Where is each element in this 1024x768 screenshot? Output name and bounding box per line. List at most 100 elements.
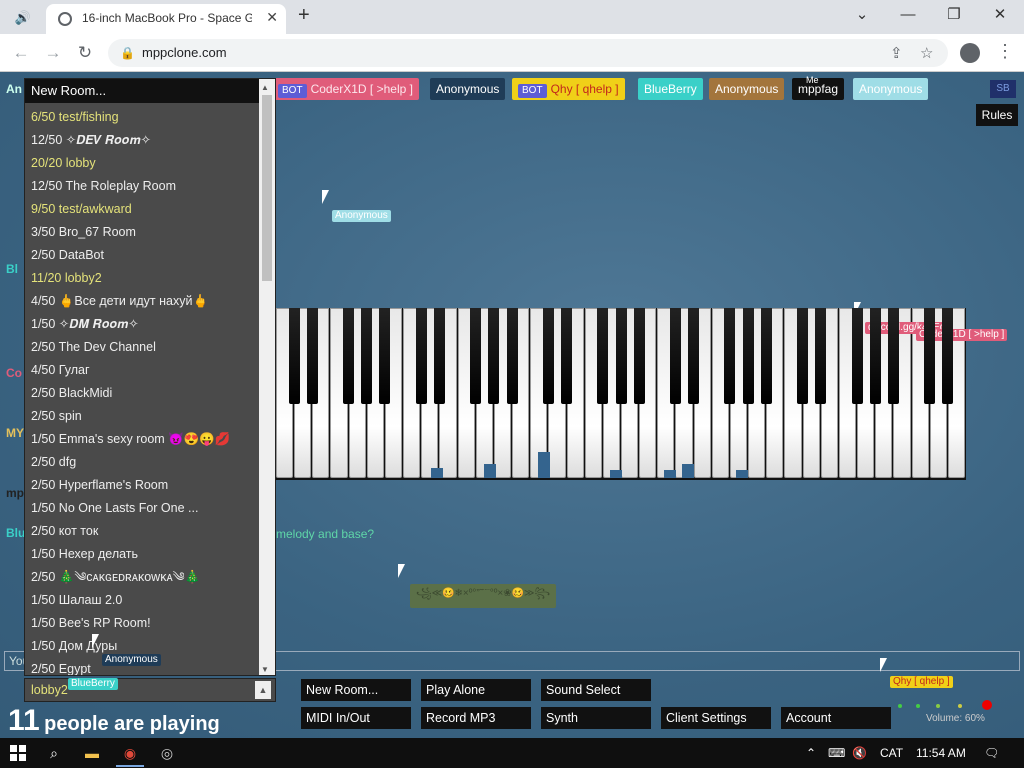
input-language[interactable]: CAT	[880, 746, 903, 760]
url-bar[interactable]: 🔒 mppclone.com ⇪ ☆	[108, 39, 948, 67]
share-icon[interactable]: ⇪	[890, 44, 903, 62]
forward-icon[interactable]: →	[40, 40, 66, 66]
clock[interactable]: 11:54 AM	[916, 746, 966, 760]
volume-label[interactable]: Volume: 60%	[926, 713, 985, 724]
piano-black-key[interactable]	[488, 308, 500, 404]
new-room-button[interactable]: New Room...	[301, 679, 411, 701]
room-item[interactable]: 2/50 BlackMidi	[31, 382, 112, 404]
piano-black-key[interactable]	[379, 308, 391, 404]
room-item[interactable]: 1/50 Bee's RP Room!	[31, 612, 151, 634]
piano-black-key[interactable]	[887, 308, 899, 404]
scroll-up-icon[interactable]: ▲	[261, 83, 269, 92]
room-item[interactable]: 12/50 ✧𝑫𝑬𝑽 𝑹𝒐𝒐𝒎✧	[31, 129, 151, 151]
minimize-icon[interactable]: —	[888, 4, 928, 28]
chevron-up-icon[interactable]: ▲	[255, 681, 271, 699]
file-explorer-icon[interactable]: ▬	[82, 743, 102, 763]
piano-black-key[interactable]	[306, 308, 318, 404]
piano-black-key[interactable]	[561, 308, 573, 404]
piano-black-key[interactable]	[470, 308, 482, 404]
room-item[interactable]: 1/50 Нехер делать	[31, 543, 138, 565]
tab-search-icon[interactable]: ⌄	[842, 4, 882, 28]
url-text[interactable]: mppclone.com	[142, 45, 227, 60]
restore-icon[interactable]: ❐	[934, 4, 974, 28]
piano-black-key[interactable]	[688, 308, 700, 404]
room-item[interactable]: 4/50 🖕Все дети идут нахуй🖕	[31, 290, 208, 312]
close-window-icon[interactable]: ✕	[980, 4, 1020, 28]
room-list-scroll-thumb[interactable]	[262, 95, 272, 281]
room-item[interactable]: 20/20 lobby	[31, 152, 96, 174]
room-item[interactable]: 2/50 кот ток	[31, 520, 98, 542]
room-item[interactable]: 1/50 No One Lasts For One ...	[31, 497, 198, 519]
play-alone-button[interactable]: Play Alone	[421, 679, 531, 701]
notifications-icon[interactable]: 🗨	[984, 746, 999, 760]
piano-black-key[interactable]	[542, 308, 554, 404]
user-tag[interactable]: BOT CoderX1D [ >help ]	[272, 78, 419, 100]
room-item[interactable]: 1/50 Emma's sexy room 😈😍😛💋	[31, 428, 230, 450]
room-item[interactable]: 3/50 Bro_67 Room	[31, 221, 136, 243]
chrome-icon[interactable]: ◉	[120, 743, 140, 763]
user-tag[interactable]: Anonymous	[430, 78, 506, 100]
piano-black-key[interactable]	[615, 308, 627, 404]
user-tag[interactable]: BlueBerry	[638, 78, 703, 100]
room-item[interactable]: 2/50 spin	[31, 405, 82, 427]
volume-muted-icon[interactable]: 🔇	[852, 746, 867, 760]
synth-button[interactable]: Synth	[541, 707, 651, 729]
windows-start-icon[interactable]	[10, 745, 26, 761]
network-icon[interactable]: ⌨	[828, 746, 845, 760]
room-item[interactable]: 2/50 dfg	[31, 451, 76, 473]
record-mp3-button[interactable]: Record MP3	[421, 707, 531, 729]
room-list-dropdown[interactable]: New Room... ▲ ▼ 6/50 test/fishing 12/50 ✧…	[24, 78, 276, 676]
piano-black-key[interactable]	[869, 308, 881, 404]
scroll-down-icon[interactable]: ▼	[261, 665, 269, 674]
piano-black-key[interactable]	[669, 308, 681, 404]
reload-icon[interactable]: ↻	[72, 40, 98, 66]
close-tab-icon[interactable]: ✕	[266, 9, 278, 26]
client-settings-button[interactable]: Client Settings	[661, 707, 771, 729]
piano-black-key[interactable]	[724, 308, 736, 404]
midi-button[interactable]: MIDI In/Out	[301, 707, 411, 729]
room-item[interactable]: 2/50 Hyperflame's Room	[31, 474, 168, 496]
profile-avatar-icon[interactable]	[960, 43, 980, 63]
piano-black-key[interactable]	[797, 308, 809, 404]
room-item[interactable]: 2/50 Egypt	[31, 658, 91, 675]
room-item[interactable]: 6/50 test/fishing	[31, 106, 119, 128]
piano-black-key[interactable]	[343, 308, 355, 404]
account-button[interactable]: Account	[781, 707, 891, 729]
piano-black-key[interactable]	[760, 308, 772, 404]
room-item[interactable]: 2/50 The Dev Channel	[31, 336, 156, 358]
lock-icon[interactable]: 🔒	[120, 46, 135, 60]
room-select[interactable]: lobby2 ▲	[24, 678, 276, 702]
sb-button[interactable]: SB	[990, 80, 1016, 98]
piano-black-key[interactable]	[506, 308, 518, 404]
room-item[interactable]: 11/20 lobby2	[31, 267, 102, 289]
piano-black-key[interactable]	[288, 308, 300, 404]
room-item[interactable]: 2/50 DataBot	[31, 244, 104, 266]
browser-tab[interactable]: 16-inch MacBook Pro - Space Gr ✕	[46, 4, 286, 34]
audio-playing-icon[interactable]: 🔊	[8, 7, 38, 29]
piano-black-key[interactable]	[942, 308, 954, 404]
back-icon[interactable]: ←	[8, 40, 34, 66]
piano-black-key[interactable]	[742, 308, 754, 404]
piano-black-key[interactable]	[815, 308, 827, 404]
user-tag-me[interactable]: Me mppfag	[792, 75, 845, 100]
app-icon[interactable]: ◎	[157, 743, 177, 763]
piano-keyboard[interactable]	[276, 308, 966, 480]
user-tag[interactable]: Anonymous	[853, 78, 929, 100]
new-room-option[interactable]: New Room...	[25, 79, 259, 103]
room-item[interactable]: 4/50 Гулаг	[31, 359, 90, 381]
piano-black-key[interactable]	[415, 308, 427, 404]
browser-menu-icon[interactable]: ⋮	[996, 41, 1014, 62]
piano-black-key[interactable]	[851, 308, 863, 404]
room-item[interactable]: 9/50 test/awkward	[31, 198, 132, 220]
bookmark-star-icon[interactable]: ☆	[920, 44, 933, 62]
sound-select-button[interactable]: Sound Select	[541, 679, 651, 701]
piano-black-key[interactable]	[433, 308, 445, 404]
rules-button[interactable]: Rules	[976, 104, 1018, 126]
room-item[interactable]: 12/50 The Roleplay Room	[31, 175, 176, 197]
piano-black-key[interactable]	[361, 308, 373, 404]
user-tag[interactable]: Anonymous	[709, 78, 785, 100]
room-item[interactable]: 2/50 🎄༄ᴄᴀᴋɢᴇᴅʀᴀᴋᴏᴡᴋᴀ༄🎄	[31, 566, 200, 588]
tray-chevron-icon[interactable]: ⌃	[806, 746, 816, 760]
user-tag[interactable]: BOT Qhy [ qhelp ]	[512, 78, 625, 100]
piano-black-key[interactable]	[924, 308, 936, 404]
